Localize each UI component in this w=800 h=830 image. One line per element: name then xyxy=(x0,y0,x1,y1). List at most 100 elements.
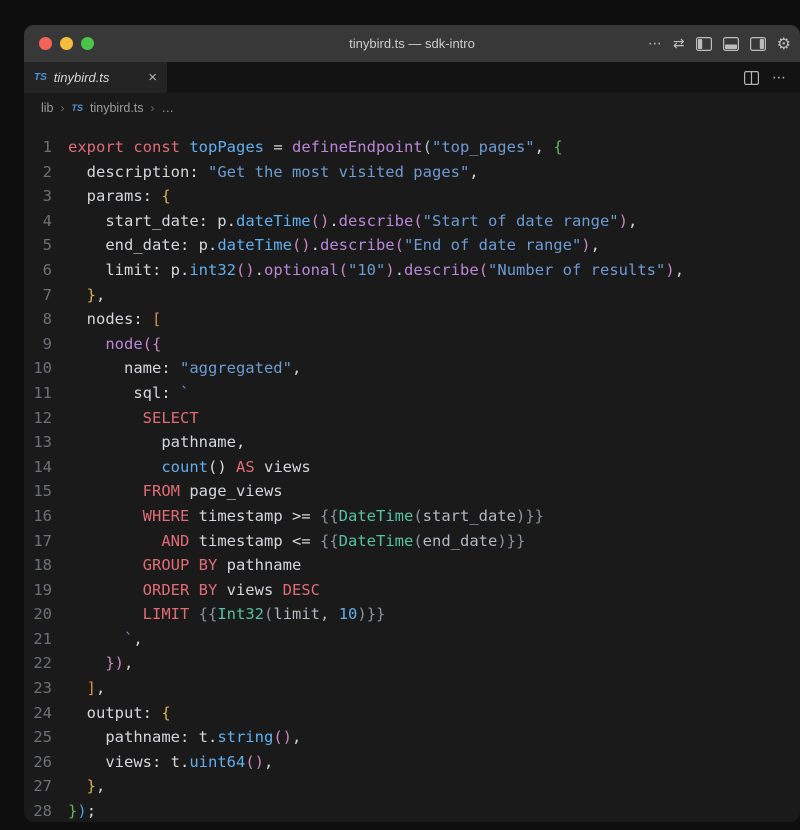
code-token: uint64 xyxy=(189,753,245,771)
code-token: ( xyxy=(339,261,348,279)
more-editor-actions-icon[interactable]: ⋯ xyxy=(772,71,786,85)
code-text: SELECT xyxy=(52,406,199,431)
breadcrumb-symbol[interactable]: … xyxy=(162,101,175,115)
code-token: , xyxy=(96,679,105,697)
code-token xyxy=(68,532,161,550)
code-text: }, xyxy=(52,283,105,308)
line-number: 10 xyxy=(24,356,52,381)
title-bar[interactable]: tinybird.ts — sdk-intro ⋯ ⇄ xyxy=(24,25,800,62)
traffic-light-zoom[interactable] xyxy=(81,37,94,50)
code-line: 19 ORDER BY views DESC xyxy=(24,578,800,603)
more-actions-icon[interactable]: ⋯ xyxy=(648,37,662,51)
line-number: 27 xyxy=(24,774,52,799)
code-text: node({ xyxy=(52,332,161,357)
tab-close-icon[interactable]: × xyxy=(148,70,157,85)
breadcrumb-folder[interactable]: lib xyxy=(41,101,54,115)
code-token: () xyxy=(311,212,330,230)
code-line: 10 name: "aggregated", xyxy=(24,356,800,381)
line-number: 9 xyxy=(24,332,52,357)
line-number: 13 xyxy=(24,430,52,455)
split-editor-icon[interactable] xyxy=(744,71,759,85)
toggle-panel-icon[interactable] xyxy=(723,37,739,51)
settings-gear-icon[interactable]: ⚙ xyxy=(777,36,791,52)
code-token: "Start of date range" xyxy=(423,212,619,230)
code-line: 21 `, xyxy=(24,627,800,652)
code-token: ) xyxy=(516,507,525,525)
line-number: 12 xyxy=(24,406,52,431)
code-token: end_date xyxy=(423,532,498,550)
code-token: () xyxy=(292,236,311,254)
code-token: , xyxy=(535,138,554,156)
toggle-primary-sidebar-icon[interactable] xyxy=(696,37,712,51)
code-line: 16 WHERE timestamp >= {{DateTime(start_d… xyxy=(24,504,800,529)
code-token: , xyxy=(292,359,301,377)
code-token: params: xyxy=(68,187,161,205)
code-token: () xyxy=(236,261,255,279)
code-area[interactable]: 1export const topPages = defineEndpoint(… xyxy=(24,123,800,822)
code-token: pathname xyxy=(217,556,301,574)
code-line: 15 FROM page_views xyxy=(24,479,800,504)
code-token: end_date: p. xyxy=(68,236,217,254)
code-token: () xyxy=(208,458,236,476)
code-token: . xyxy=(255,261,264,279)
code-token: describe xyxy=(404,261,479,279)
code-token: ; xyxy=(87,802,96,820)
breadcrumb: lib › TS tinybird.ts › … xyxy=(24,93,800,123)
code-token: pathname, xyxy=(68,433,245,451)
code-token: defineEndpoint xyxy=(292,138,423,156)
toggle-secondary-sidebar-icon[interactable] xyxy=(750,37,766,51)
code-text: LIMIT {{Int32(limit, 10)}} xyxy=(52,602,385,627)
chevron-right-icon: › xyxy=(151,101,155,115)
code-token: views xyxy=(217,581,282,599)
code-token: , xyxy=(675,261,684,279)
code-token: start_date xyxy=(423,507,516,525)
code-token: , xyxy=(469,163,478,181)
breadcrumb-file[interactable]: tinybird.ts xyxy=(90,101,144,115)
code-token: DateTime xyxy=(339,532,414,550)
typescript-file-icon: TS xyxy=(34,72,47,83)
code-token: , xyxy=(320,605,339,623)
code-line: 4 start_date: p.dateTime().describe("Sta… xyxy=(24,209,800,234)
typescript-file-icon: TS xyxy=(72,103,84,113)
code-token xyxy=(68,286,87,304)
code-text: ], xyxy=(52,676,105,701)
line-number: 1 xyxy=(24,135,52,160)
traffic-light-close[interactable] xyxy=(39,37,52,50)
line-number: 23 xyxy=(24,676,52,701)
code-line: 27 }, xyxy=(24,774,800,799)
line-number: 4 xyxy=(24,209,52,234)
code-token xyxy=(68,458,161,476)
code-text: nodes: [ xyxy=(52,307,161,332)
code-token: ` xyxy=(124,630,133,648)
code-token: "aggregated" xyxy=(180,359,292,377)
code-token: LIMIT xyxy=(143,605,190,623)
code-line: 6 limit: p.int32().optional("10").descri… xyxy=(24,258,800,283)
tab-label: tinybird.ts xyxy=(54,70,110,85)
line-number: 5 xyxy=(24,233,52,258)
code-text: start_date: p.dateTime().describe("Start… xyxy=(52,209,637,234)
code-text: name: "aggregated", xyxy=(52,356,301,381)
code-token: int32 xyxy=(189,261,236,279)
code-token xyxy=(68,507,143,525)
customize-layout-icon[interactable]: ⇄ xyxy=(673,37,685,51)
code-token: ` xyxy=(180,384,189,402)
code-token: ( xyxy=(413,507,422,525)
code-token: ) xyxy=(115,654,124,672)
code-token: sql: xyxy=(68,384,180,402)
traffic-light-minimize[interactable] xyxy=(60,37,73,50)
code-token: ) xyxy=(357,605,366,623)
code-token: }} xyxy=(525,507,544,525)
code-token xyxy=(180,138,189,156)
tab-tinybird-ts[interactable]: TS tinybird.ts × xyxy=(24,62,167,93)
line-number: 16 xyxy=(24,504,52,529)
code-token: DateTime xyxy=(339,507,414,525)
code-token: WHERE xyxy=(143,507,190,525)
code-token: FROM xyxy=(143,482,180,500)
code-token: () xyxy=(273,728,292,746)
code-token: ) xyxy=(619,212,628,230)
code-token: {{ xyxy=(199,605,218,623)
code-line: 12 SELECT xyxy=(24,406,800,431)
code-token: ) xyxy=(77,802,86,820)
code-token: views: t. xyxy=(68,753,189,771)
code-token: { xyxy=(161,187,170,205)
